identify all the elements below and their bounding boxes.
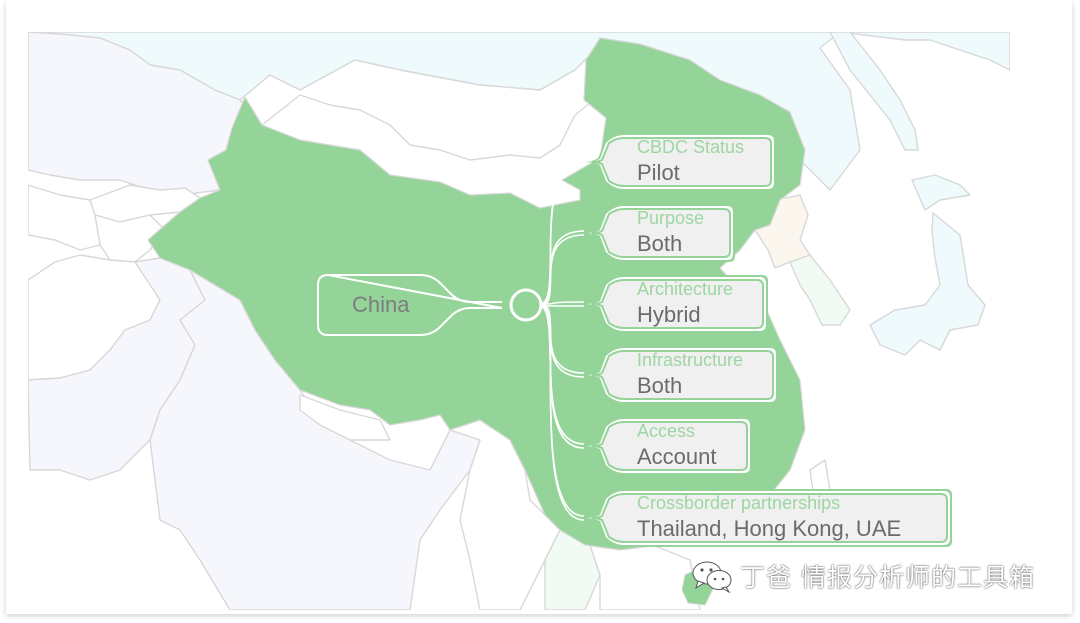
country-uzbekistan[interactable] [28,184,101,251]
country-japan[interactable] [869,212,986,356]
island-taiwan[interactable] [809,459,831,506]
wechat-icon [692,561,732,594]
country-south-korea[interactable] [789,254,851,326]
watermark: 丁爸 情报分析师的工具箱 [690,558,1035,594]
country-japan-hokkaido[interactable] [911,174,971,211]
world-map[interactable] [28,32,1010,610]
map-svg [28,32,1010,610]
watermark-text: 丁爸 情报分析师的工具箱 [740,563,1035,592]
